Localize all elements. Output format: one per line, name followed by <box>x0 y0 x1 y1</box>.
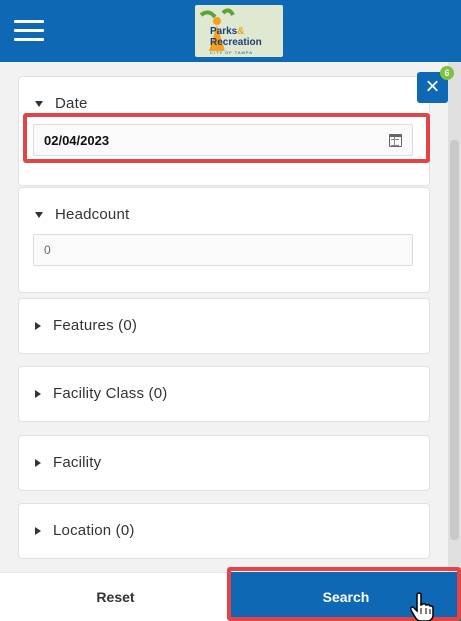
headcount-value: 0 <box>44 243 51 257</box>
features-filter-toggle[interactable]: Features (0) <box>35 317 137 334</box>
reset-button[interactable]: Reset <box>0 572 231 621</box>
filter-count-badge: 6 <box>440 66 454 80</box>
facility-filter-card[interactable]: Facility <box>18 435 430 491</box>
location-filter-card[interactable]: Location (0) <box>18 503 430 559</box>
headcount-filter-toggle[interactable]: Headcount <box>35 206 129 223</box>
close-icon: × <box>425 73 440 100</box>
headcount-filter-label: Headcount <box>55 206 130 223</box>
date-filter-toggle[interactable]: Date <box>35 95 88 112</box>
date-filter-label: Date <box>55 95 88 112</box>
caret-down-icon <box>35 100 43 107</box>
headcount-filter-card: Headcount 0 <box>18 187 430 293</box>
calendar-icon[interactable] <box>389 134 402 147</box>
brand-subtitle: CITY OF TAMPA <box>210 50 253 55</box>
facility-class-filter-card[interactable]: Facility Class (0) <box>18 366 430 422</box>
caret-right-icon <box>35 389 41 398</box>
menu-icon[interactable] <box>14 20 44 42</box>
brand-text: Parks& Recreation <box>210 26 262 48</box>
location-filter-label: Location (0) <box>53 522 135 539</box>
hand-cursor-icon <box>410 592 434 621</box>
caret-right-icon <box>35 458 41 467</box>
scrollbar-thumb[interactable] <box>450 140 459 540</box>
location-filter-toggle[interactable]: Location (0) <box>35 522 135 539</box>
filter-panel: Date 02/04/2023 Headcount 0 Features (0)… <box>0 62 448 572</box>
facility-class-filter-label: Facility Class (0) <box>53 385 168 402</box>
caret-right-icon <box>35 321 41 330</box>
caret-right-icon <box>35 526 41 535</box>
headcount-input[interactable]: 0 <box>33 234 413 266</box>
date-filter-card: Date 02/04/2023 <box>18 76 430 186</box>
features-filter-label: Features (0) <box>53 317 138 334</box>
facility-filter-toggle[interactable]: Facility <box>35 454 101 471</box>
features-filter-card[interactable]: Features (0) <box>18 298 430 354</box>
date-value: 02/04/2023 <box>44 132 110 148</box>
caret-down-icon <box>35 211 43 218</box>
facility-class-filter-toggle[interactable]: Facility Class (0) <box>35 385 167 402</box>
date-input[interactable]: 02/04/2023 <box>33 124 413 156</box>
facility-filter-label: Facility <box>53 454 102 471</box>
app-header: Parks& Recreation CITY OF TAMPA <box>0 0 461 62</box>
